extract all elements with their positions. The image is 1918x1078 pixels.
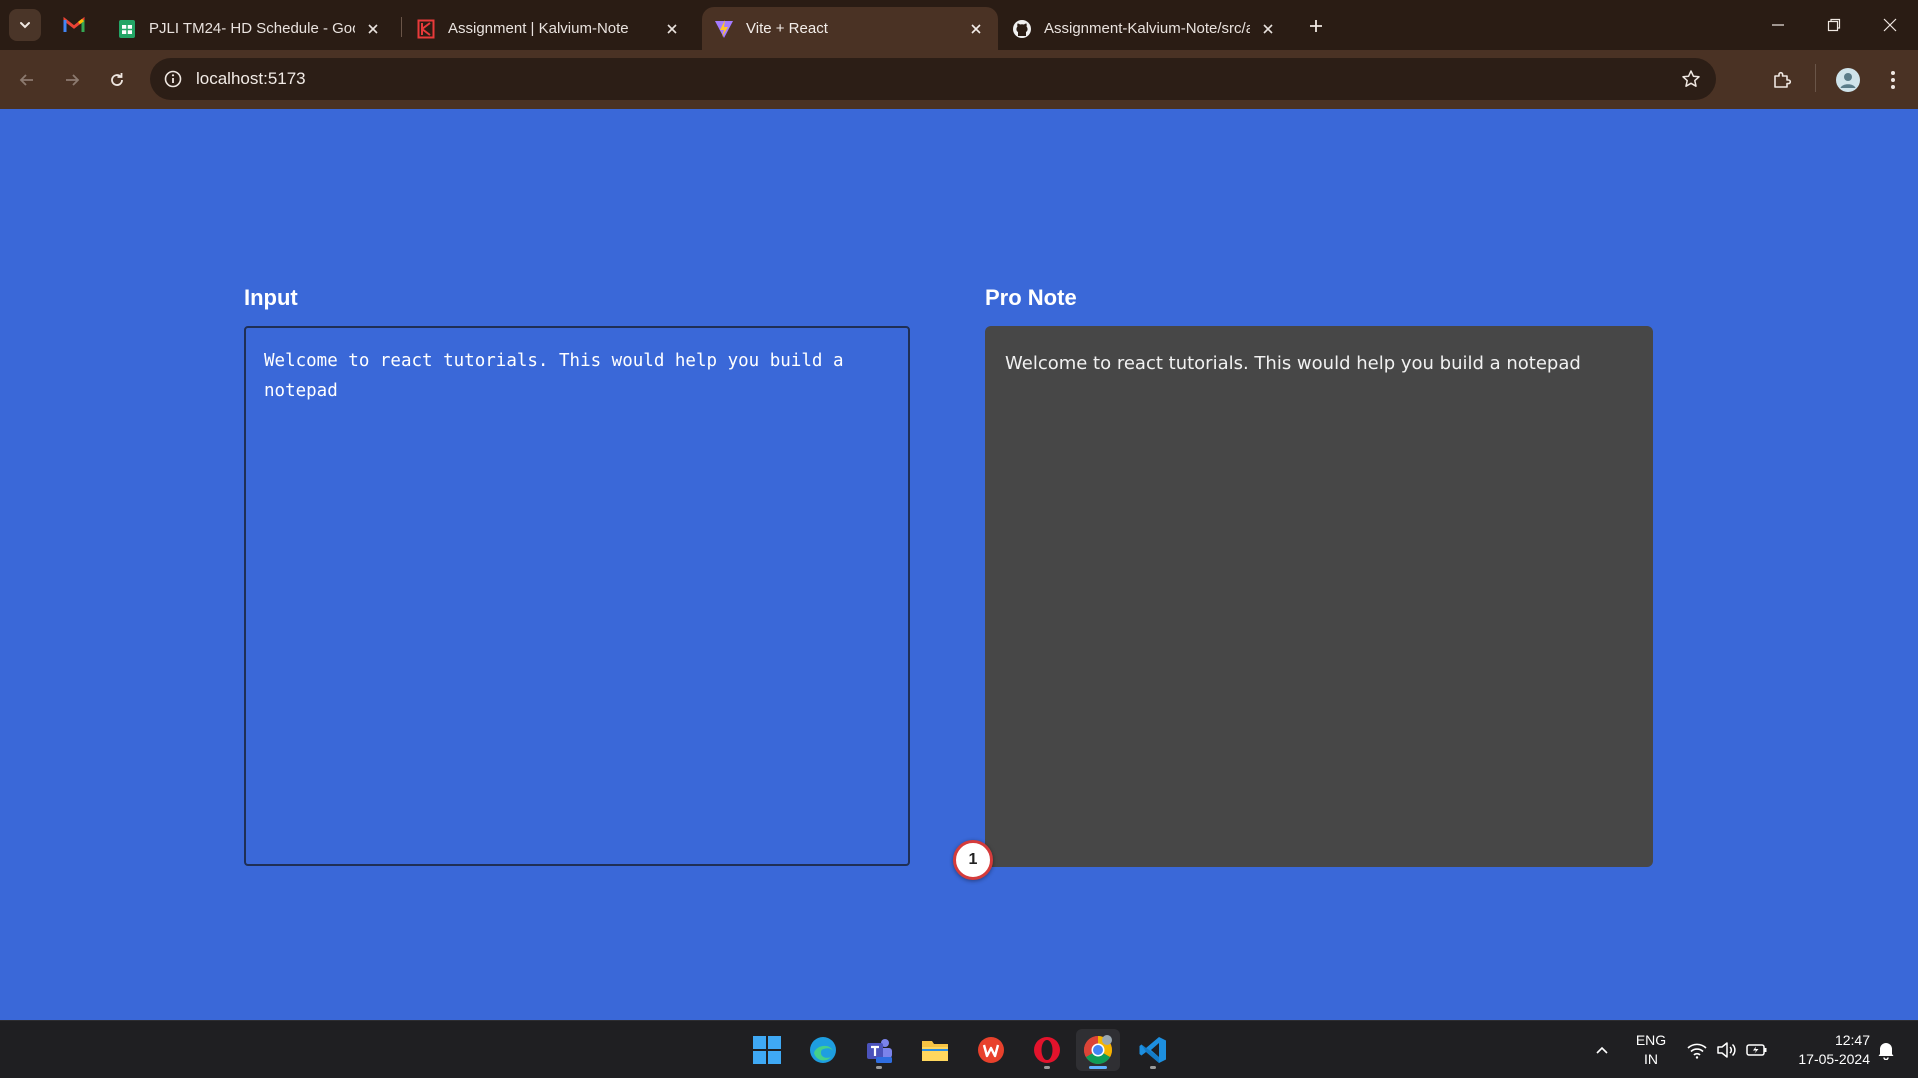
reload-button[interactable]	[100, 63, 134, 97]
new-tab-button[interactable]	[1302, 12, 1330, 40]
notifications-bell-icon[interactable]	[1873, 1037, 1899, 1063]
note-preview-text: Welcome to react tutorials. This would h…	[1005, 353, 1581, 374]
more-vertical-icon	[1891, 71, 1895, 89]
tab-sheets[interactable]: PJLI TM24- HD Schedule - Google	[105, 7, 395, 50]
arrow-left-icon	[19, 74, 33, 86]
language-code: ENG	[1635, 1032, 1667, 1048]
running-indicator	[1089, 1066, 1107, 1069]
start-button[interactable]	[745, 1029, 789, 1071]
close-icon[interactable]	[966, 19, 986, 39]
tab-title: PJLI TM24- HD Schedule - Google	[149, 20, 355, 37]
reload-icon	[111, 73, 123, 86]
chrome-icon	[1084, 1035, 1112, 1064]
vscode-icon	[1139, 1037, 1166, 1063]
running-indicator	[1150, 1066, 1156, 1069]
running-indicator	[1044, 1066, 1050, 1069]
browser-toolbar: localhost:5173	[0, 50, 1918, 109]
close-icon[interactable]	[1258, 19, 1278, 39]
extensions-button[interactable]	[1765, 63, 1799, 97]
teams-icon	[867, 1039, 892, 1063]
windows-taskbar: ENG IN 12:47 17-05-2024	[0, 1020, 1918, 1078]
close-icon[interactable]	[662, 19, 682, 39]
wifi-icon[interactable]	[1684, 1037, 1710, 1063]
clock-date: 17-05-2024	[1798, 1051, 1870, 1067]
minimize-button[interactable]	[1750, 0, 1806, 50]
wps-office-icon	[978, 1037, 1004, 1063]
clock-time: 12:47	[1834, 1032, 1870, 1048]
taskbar-opera[interactable]	[1025, 1029, 1069, 1071]
file-explorer-icon	[922, 1041, 948, 1061]
note-input-textarea[interactable]: Welcome to react tutorials. This would h…	[244, 326, 910, 866]
note-preview-panel: Welcome to react tutorials. This would h…	[985, 326, 1653, 867]
chevron-up-icon	[1596, 1046, 1608, 1054]
windows-start-icon	[753, 1036, 781, 1064]
input-heading: Input	[244, 285, 298, 310]
chevron-down-icon	[20, 22, 30, 29]
tab-search-button[interactable]	[9, 9, 41, 41]
tab-title: Assignment | Kalvium-Note	[448, 20, 629, 37]
edge-icon	[810, 1037, 836, 1063]
taskbar-vscode[interactable]	[1131, 1029, 1175, 1071]
close-icon[interactable]	[363, 19, 383, 39]
minimize-icon	[1772, 24, 1784, 26]
browser-tab-strip: PJLI TM24- HD Schedule - Google Assignme…	[0, 0, 1918, 50]
url-text: localhost:5173	[196, 69, 306, 88]
tab-divider	[401, 17, 402, 37]
tab-title: Vite + React	[746, 20, 828, 37]
avatar	[1836, 68, 1860, 92]
kalvium-icon	[416, 19, 436, 39]
taskbar-edge[interactable]	[801, 1029, 845, 1071]
browser-menu-button[interactable]	[1876, 63, 1910, 97]
notification-badge[interactable]: 1	[953, 840, 993, 880]
region-code: IN	[1644, 1051, 1658, 1067]
plus-icon	[1310, 20, 1322, 32]
tab-vite-react[interactable]: Vite + React	[702, 7, 998, 50]
site-info-icon[interactable]	[160, 66, 186, 92]
battery-icon[interactable]	[1744, 1037, 1770, 1063]
back-button[interactable]	[10, 63, 44, 97]
taskbar-wps-office[interactable]	[969, 1029, 1013, 1071]
running-indicator	[876, 1066, 882, 1069]
tab-github[interactable]: Assignment-Kalvium-Note/src/a	[1000, 7, 1290, 50]
opera-icon	[1034, 1037, 1060, 1063]
bookmark-star-icon[interactable]	[1678, 66, 1704, 92]
tab-title: Assignment-Kalvium-Note/src/a	[1044, 20, 1250, 37]
toolbar-divider	[1815, 64, 1816, 92]
preview-heading: Pro Note	[985, 285, 1077, 310]
close-window-button[interactable]	[1862, 0, 1918, 50]
close-icon	[1883, 18, 1897, 32]
taskbar-file-explorer[interactable]	[913, 1029, 957, 1071]
language-indicator[interactable]: ENG IN	[1634, 1031, 1668, 1069]
profile-button[interactable]	[1831, 63, 1865, 97]
taskbar-teams[interactable]	[857, 1029, 901, 1071]
address-bar[interactable]: localhost:5173	[150, 58, 1716, 100]
show-hidden-icons-button[interactable]	[1589, 1037, 1615, 1063]
tab-kalvium[interactable]: Assignment | Kalvium-Note	[404, 7, 694, 50]
taskbar-chrome[interactable]	[1076, 1029, 1120, 1071]
arrow-right-icon	[66, 74, 80, 86]
pinned-tab-gmail[interactable]	[58, 9, 90, 41]
gmail-icon	[63, 16, 85, 32]
vite-icon	[714, 19, 734, 39]
restore-button[interactable]	[1806, 0, 1862, 50]
github-icon	[1012, 19, 1032, 39]
forward-button[interactable]	[55, 63, 89, 97]
restore-icon	[1827, 18, 1841, 32]
google-sheets-icon	[117, 19, 137, 39]
system-clock[interactable]: 12:47 17-05-2024	[1780, 1031, 1870, 1069]
volume-icon[interactable]	[1714, 1037, 1740, 1063]
puzzle-icon	[1774, 71, 1792, 88]
